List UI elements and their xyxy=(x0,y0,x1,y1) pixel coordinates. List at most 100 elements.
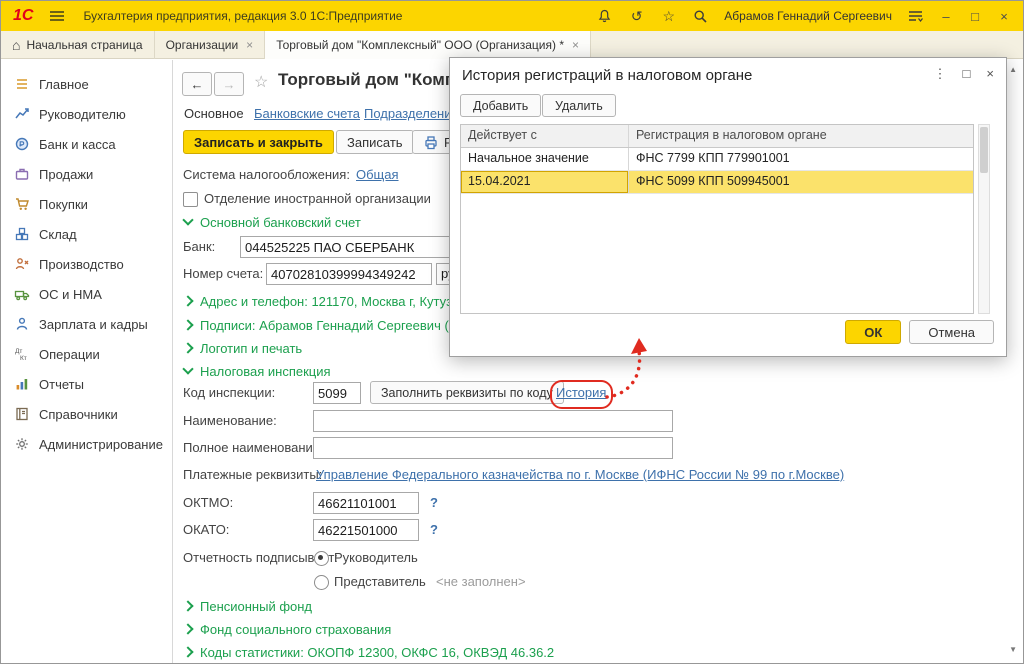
sidebar-item-bank-cash[interactable]: Банк и касса xyxy=(1,129,172,159)
oktmo-label: ОКТМО: xyxy=(183,492,233,514)
ok-button[interactable]: ОК xyxy=(845,320,901,344)
coin-icon xyxy=(13,136,30,153)
briefcase-icon xyxy=(13,166,30,183)
group-statistics-codes[interactable]: Коды статистики: ОКОПФ 12300, ОКФС 16, О… xyxy=(184,642,554,662)
full-name-label: Полное наименование: xyxy=(183,437,324,459)
sidebar-item-directories[interactable]: Справочники xyxy=(1,399,172,429)
sidebar-item-production[interactable]: Производство xyxy=(1,249,172,279)
dialog-scrollbar[interactable] xyxy=(978,124,990,314)
save-and-close-button[interactable]: Записать и закрыть xyxy=(183,130,334,154)
tab-organizations[interactable]: Организации × xyxy=(155,31,266,59)
okato-label: ОКАТО: xyxy=(183,519,229,541)
group-logo-print[interactable]: Логотип и печать xyxy=(184,338,302,358)
tax-system-label: Система налогообложения: xyxy=(183,164,350,186)
sidebar-item-salary-hr[interactable]: Зарплата и кадры xyxy=(1,309,172,339)
dialog-more-icon[interactable]: ⋮ xyxy=(934,66,947,82)
window-title: Бухгалтерия предприятия, редакция 3.0 1С… xyxy=(83,9,402,23)
sidebar-item-purchases[interactable]: Покупки xyxy=(1,189,172,219)
cell-valid-from[interactable]: 15.04.2021 xyxy=(461,171,629,193)
representative-empty-note: <не заполнен> xyxy=(436,571,526,593)
service-menu-icon[interactable] xyxy=(907,8,924,25)
payment-details-label: Платежные реквизиты: xyxy=(183,464,322,486)
tab-home[interactable]: ⌂ Начальная страница xyxy=(1,31,155,59)
fill-by-code-button[interactable]: Заполнить реквизиты по коду xyxy=(370,381,564,404)
sidebar-item-operations[interactable]: ДтКтОперации xyxy=(1,339,172,369)
svg-text:Кт: Кт xyxy=(20,355,27,362)
sidebar-item-sales[interactable]: Продажи xyxy=(1,159,172,189)
form-tab-bank-accounts[interactable]: Банковские счета xyxy=(254,105,360,123)
okato-input[interactable] xyxy=(313,519,419,541)
dialog-maximize-icon[interactable]: □ xyxy=(963,66,971,82)
group-pension-fund[interactable]: Пенсионный фонд xyxy=(184,596,312,616)
table-row[interactable]: Начальное значение ФНС 7799 КПП 77990100… xyxy=(461,148,973,171)
group-social-insurance[interactable]: Фонд социального страхования xyxy=(184,619,391,639)
printer-icon xyxy=(422,134,439,151)
app-window: 1С Бухгалтерия предприятия, редакция 3.0… xyxy=(0,0,1024,664)
cell-registration[interactable]: ФНС 7799 КПП 779901001 xyxy=(629,148,973,170)
sidebar-item-fixed-assets[interactable]: ОС и НМА xyxy=(1,279,172,309)
cell-registration[interactable]: ФНС 5099 КПП 509945001 xyxy=(629,171,973,193)
sidebar-item-manager[interactable]: Руководителю xyxy=(1,99,172,129)
notifications-bell-icon[interactable] xyxy=(596,8,613,25)
form-tab-main[interactable]: Основное xyxy=(184,105,244,123)
add-button[interactable]: Добавить xyxy=(460,94,541,117)
1c-logo: 1С xyxy=(13,7,33,25)
close-tab-icon[interactable]: × xyxy=(572,38,579,52)
name-input[interactable] xyxy=(313,410,673,432)
chevron-right-icon xyxy=(182,646,193,657)
inspection-code-input[interactable] xyxy=(313,382,361,404)
column-registration[interactable]: Регистрация в налоговом органе xyxy=(629,125,973,147)
window-titlebar: 1С Бухгалтерия предприятия, редакция 3.0… xyxy=(1,1,1023,31)
forward-button[interactable]: → xyxy=(214,72,244,96)
chevron-right-icon xyxy=(182,342,193,353)
group-tax-office[interactable]: Налоговая инспекция xyxy=(184,361,331,381)
cancel-button[interactable]: Отмена xyxy=(909,320,994,344)
dialog-footer: ОК Отмена xyxy=(845,320,994,344)
form-tab-departments[interactable]: Подразделения xyxy=(364,105,459,123)
chevron-right-icon xyxy=(182,319,193,330)
radio-representative-label[interactable]: Представитель xyxy=(334,571,426,593)
foreign-branch-checkbox[interactable] xyxy=(183,192,198,207)
minimize-button[interactable]: – xyxy=(939,9,953,24)
scroll-down-icon[interactable]: ▼ xyxy=(1009,645,1017,654)
main-menu-icon[interactable] xyxy=(49,10,65,22)
payment-details-link[interactable]: Управление Федерального казначейства по … xyxy=(316,464,844,486)
sidebar-item-reports[interactable]: Отчеты xyxy=(1,369,172,399)
delete-button[interactable]: Удалить xyxy=(542,94,616,117)
close-tab-icon[interactable]: × xyxy=(246,38,253,52)
radio-representative[interactable] xyxy=(314,575,329,590)
radio-director-label[interactable]: Руководитель xyxy=(334,547,418,569)
oktmo-input[interactable] xyxy=(313,492,419,514)
sidebar-item-main[interactable]: Главное xyxy=(1,69,172,99)
sidebar-item-warehouse[interactable]: Склад xyxy=(1,219,172,249)
favorites-star-icon[interactable]: ☆ xyxy=(660,8,677,25)
oktmo-hint-icon[interactable]: ? xyxy=(430,492,438,514)
save-button[interactable]: Записать xyxy=(336,130,414,154)
dialog-close-icon[interactable]: × xyxy=(986,66,994,82)
okato-hint-icon[interactable]: ? xyxy=(430,519,438,541)
scrollbar-thumb[interactable] xyxy=(980,127,988,173)
tax-system-link[interactable]: Общая xyxy=(356,164,399,186)
tab-organization-card[interactable]: Торговый дом "Комплексный" ООО (Организа… xyxy=(265,31,591,59)
sidebar-item-administration[interactable]: Администрирование xyxy=(1,429,172,459)
history-clock-icon[interactable]: ↺ xyxy=(628,8,645,25)
annotation-arrow xyxy=(601,335,657,405)
debit-credit-icon: ДтКт xyxy=(13,346,30,363)
person-icon xyxy=(13,316,30,333)
radio-director[interactable] xyxy=(314,551,329,566)
column-valid-from[interactable]: Действует с xyxy=(461,125,629,147)
close-button[interactable]: × xyxy=(997,9,1011,24)
account-number-input[interactable] xyxy=(266,263,432,285)
scroll-up-icon[interactable]: ▲ xyxy=(1009,65,1017,74)
back-button[interactable]: ← xyxy=(182,72,212,96)
inspection-code-label: Код инспекции: xyxy=(183,382,275,404)
current-user[interactable]: Абрамов Геннадий Сергеевич xyxy=(724,9,892,23)
cell-valid-from[interactable]: Начальное значение xyxy=(461,148,629,170)
full-name-input[interactable] xyxy=(313,437,673,459)
group-bank-account[interactable]: Основной банковский счет xyxy=(184,212,361,232)
open-windows-tabbar: ⌂ Начальная страница Организации × Торго… xyxy=(1,31,1023,59)
favorite-star-icon[interactable]: ☆ xyxy=(254,72,268,92)
search-icon[interactable] xyxy=(692,8,709,25)
maximize-button[interactable]: □ xyxy=(968,9,982,24)
table-row-selected[interactable]: 15.04.2021 ФНС 5099 КПП 509945001 xyxy=(461,171,973,194)
